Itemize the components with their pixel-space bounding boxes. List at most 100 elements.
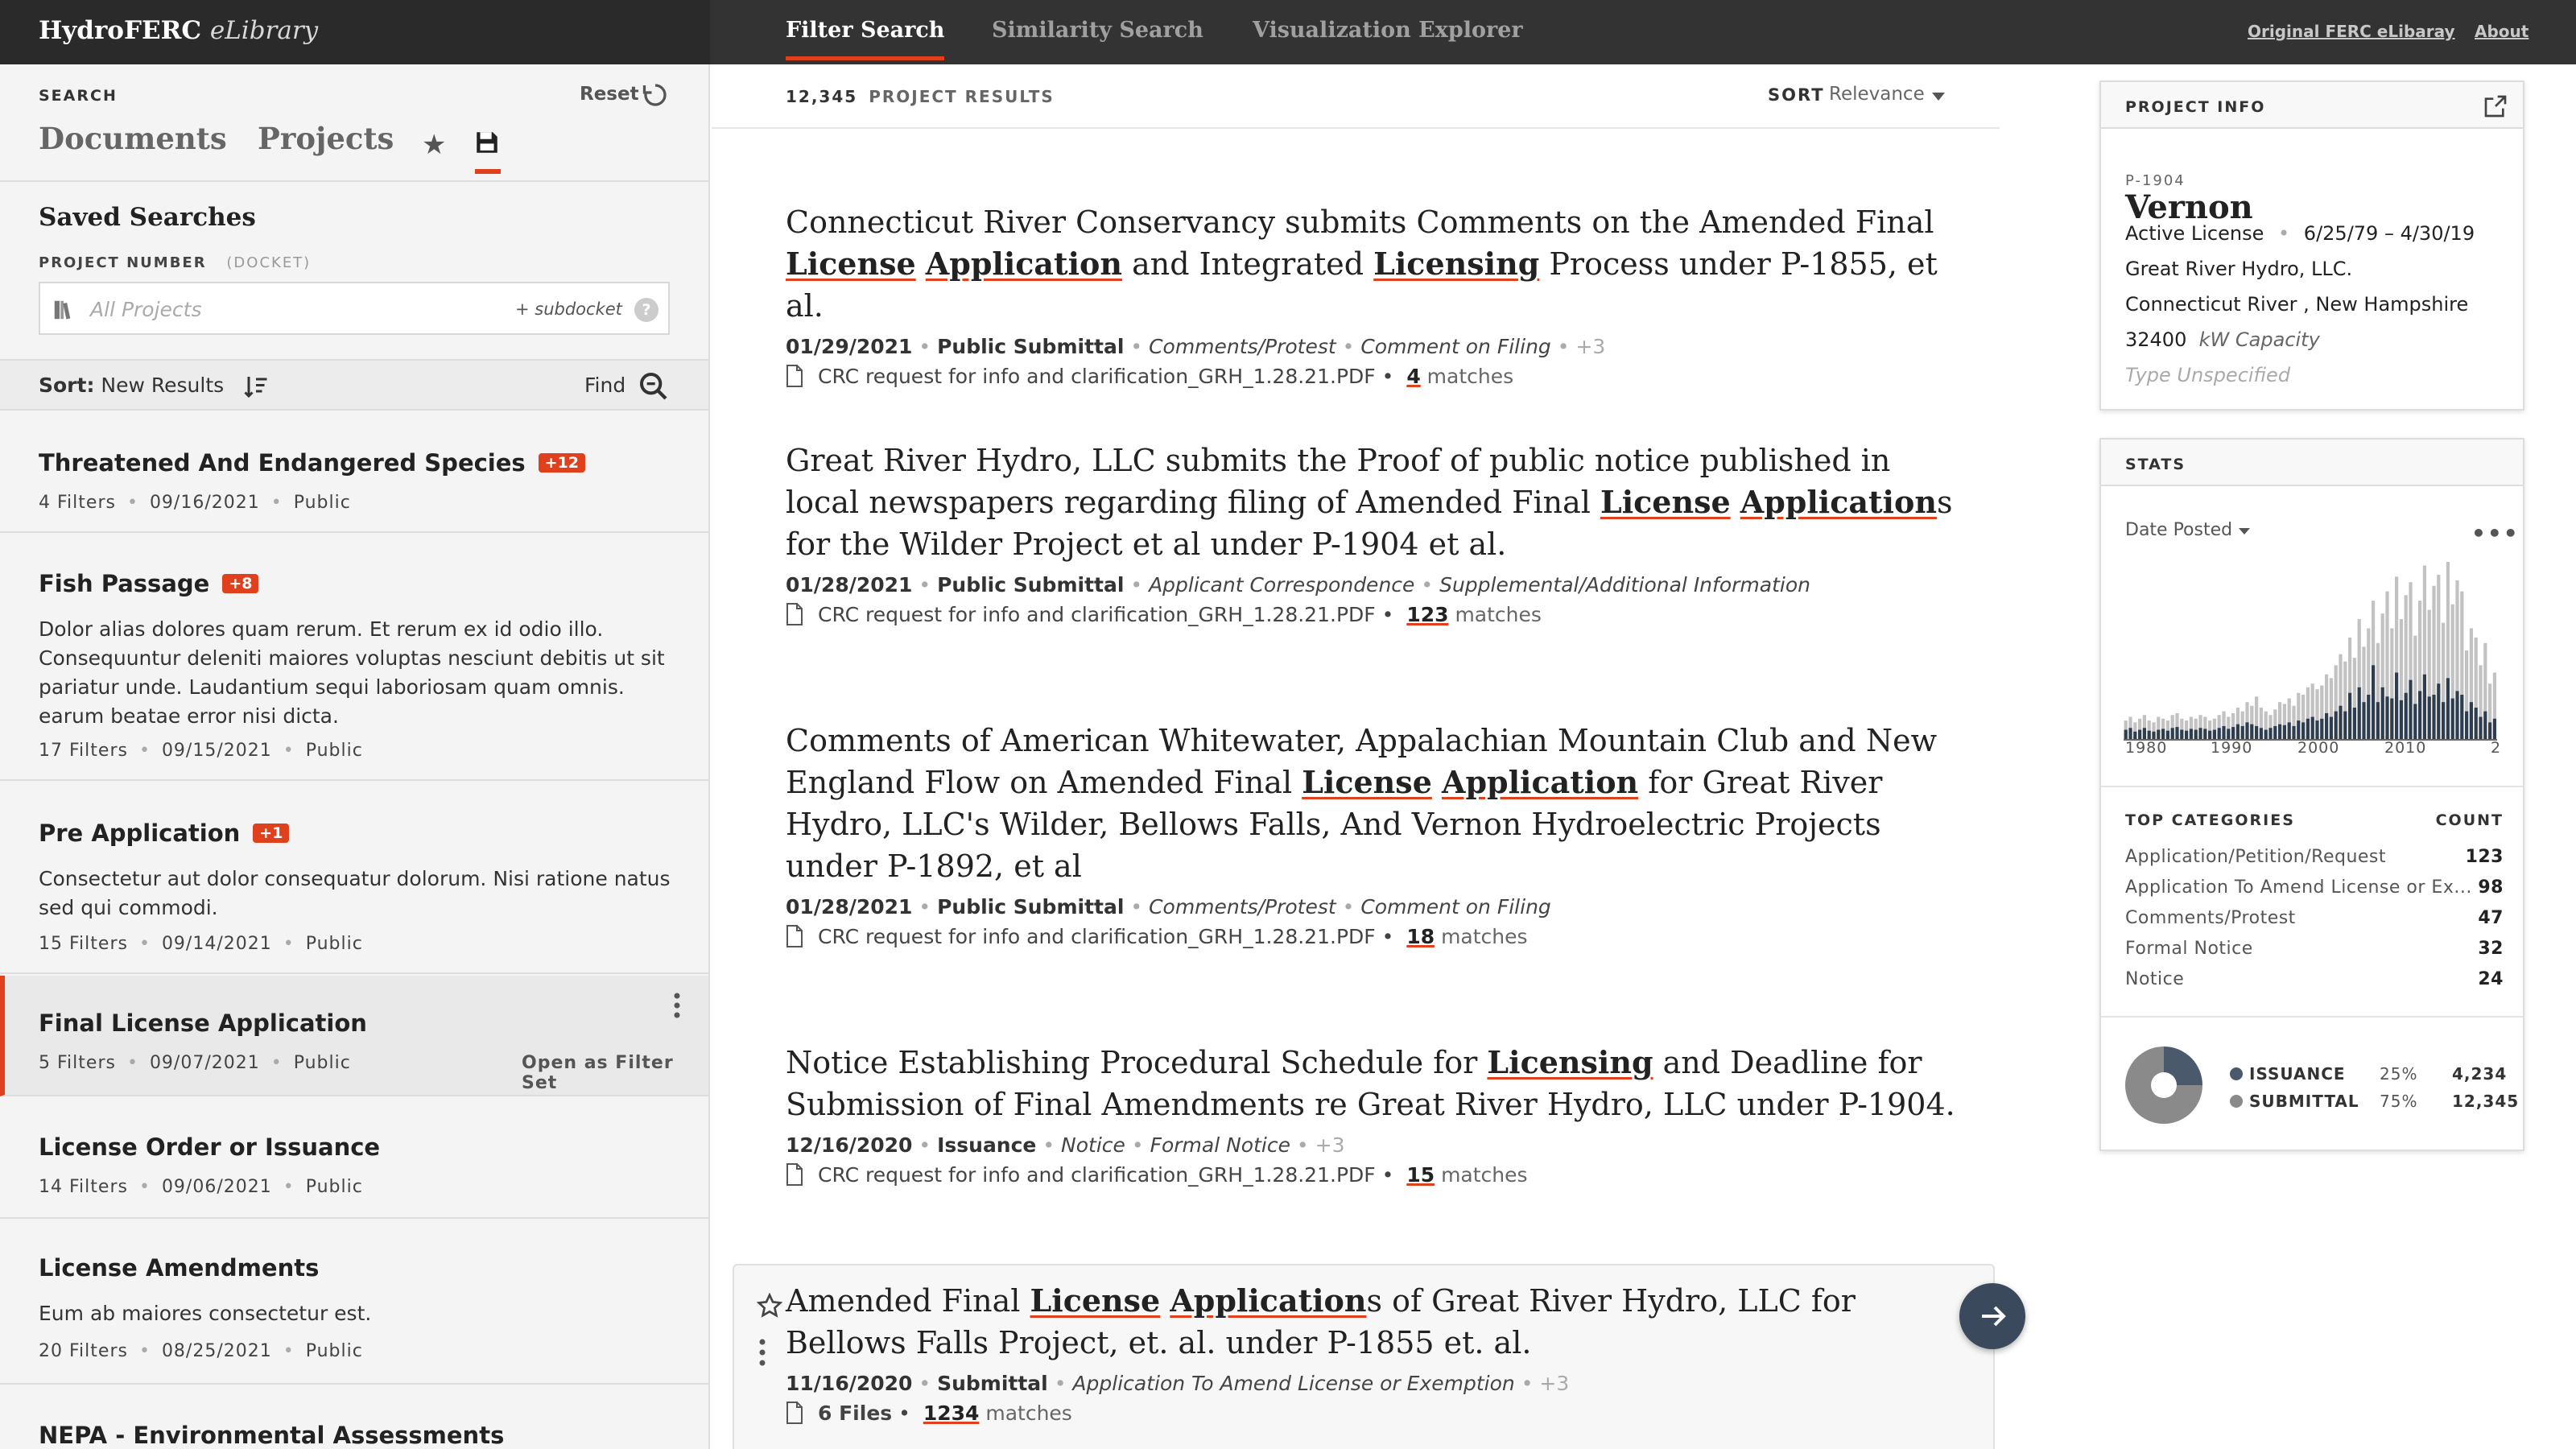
donut-hole bbox=[2151, 1072, 2177, 1098]
search-icon[interactable] bbox=[638, 370, 670, 402]
more-options-icon[interactable] bbox=[673, 992, 681, 1019]
results-sort-select[interactable]: Relevance bbox=[1829, 84, 1925, 105]
category-name: Application/Petition/Request bbox=[2125, 847, 2387, 867]
result-title[interactable]: Connecticut River Conservancy submits Co… bbox=[786, 201, 1961, 327]
histogram-bar-issuance bbox=[2161, 729, 2165, 739]
result-title[interactable]: Amended Final License Applications of Gr… bbox=[786, 1280, 1961, 1364]
more-categories[interactable]: +3 bbox=[1315, 1133, 1345, 1157]
open-as-filter-set-button[interactable]: Open as Filter Set bbox=[522, 1053, 708, 1093]
histogram-bar-issuance bbox=[2180, 729, 2184, 739]
star-outline-icon[interactable] bbox=[757, 1293, 782, 1319]
matches-label: matches bbox=[1441, 925, 1528, 948]
saved-search-item[interactable]: Threatened And Endangered Species +12 4 F… bbox=[0, 412, 708, 533]
category-row[interactable]: Application/Petition/Request 123 bbox=[2125, 847, 2504, 867]
more-categories[interactable]: +3 bbox=[1539, 1372, 1569, 1395]
sort-order-icon[interactable] bbox=[242, 372, 270, 401]
saved-date: 08/25/2021 bbox=[161, 1341, 272, 1361]
more-options-icon[interactable] bbox=[758, 1338, 766, 1367]
document-icon bbox=[786, 365, 803, 387]
saved-search-item-selected[interactable]: Final License Application 5 Filters • 09/0… bbox=[0, 976, 708, 1096]
reset-button[interactable]: Reset bbox=[580, 84, 639, 105]
category-name: Notice bbox=[2125, 969, 2185, 989]
chevron-down-icon[interactable] bbox=[1930, 92, 1946, 101]
subdocket-toggle[interactable]: + subdocket bbox=[515, 299, 622, 319]
app-name: HydroFERC bbox=[39, 16, 202, 45]
project-number-input[interactable]: All Projects + subdocket ? bbox=[39, 282, 670, 335]
visibility: Public bbox=[305, 1177, 363, 1197]
result-item[interactable]: Connecticut River Conservancy submits Co… bbox=[786, 201, 1961, 388]
result-item[interactable]: Notice Establishing Procedural Schedule … bbox=[786, 1042, 1961, 1187]
histogram-bar-issuance bbox=[2208, 730, 2212, 739]
histogram-bar-issuance bbox=[2474, 708, 2478, 739]
saved-search-item[interactable]: Fish Passage +8 Dolor alias dolores quam … bbox=[0, 535, 708, 781]
stats-panel: STATS Date Posted ••• 1980 1990 2000 201… bbox=[2099, 438, 2524, 1151]
top-categories-header: TOP CATEGORIES COUNT bbox=[2125, 811, 2504, 829]
project-number-label: PROJECT NUMBER (DOCKET) bbox=[39, 254, 311, 271]
open-result-button[interactable] bbox=[1959, 1283, 2025, 1349]
match-count[interactable]: 123 bbox=[1406, 603, 1448, 626]
nav-similarity-search[interactable]: Similarity Search bbox=[992, 18, 1203, 43]
saved-search-meta: 17 Filters • 09/15/2021 • Public bbox=[39, 741, 363, 761]
result-category: Applicant Correspondence bbox=[1149, 573, 1415, 597]
arrow-right-icon bbox=[1982, 1306, 2006, 1327]
saved-search-item[interactable]: License Amendments Eum ab maiores consec… bbox=[0, 1220, 708, 1385]
histogram-bar-issuance bbox=[2442, 702, 2446, 739]
more-categories[interactable]: +3 bbox=[1575, 335, 1605, 358]
legend-count: 12,345 bbox=[2452, 1092, 2520, 1111]
histogram-bar-issuance bbox=[2362, 702, 2366, 739]
match-count[interactable]: 1234 bbox=[923, 1402, 980, 1425]
original-ferc-link[interactable]: Original FERC eLibaray bbox=[2248, 22, 2455, 41]
result-file[interactable]: CRC request for info and clarification_G… bbox=[786, 925, 1961, 948]
category-row[interactable]: Formal Notice 32 bbox=[2125, 939, 2504, 959]
external-link-icon[interactable] bbox=[2483, 93, 2508, 119]
result-title[interactable]: Comments of American Whitewater, Appalac… bbox=[786, 720, 1961, 887]
histogram-bar-issuance bbox=[2372, 665, 2376, 739]
histogram-bar-issuance bbox=[2325, 712, 2329, 739]
file-count[interactable]: 6 Files bbox=[818, 1402, 892, 1425]
saved-search-item[interactable]: License Order or Issuance 14 Filters • 09/… bbox=[0, 1098, 708, 1219]
help-icon[interactable]: ? bbox=[634, 298, 658, 322]
saved-search-item[interactable]: NEPA - Environmental Assessments bbox=[0, 1386, 708, 1449]
category-count: 32 bbox=[2478, 939, 2504, 959]
result-file[interactable]: CRC request for info and clarification_G… bbox=[786, 603, 1961, 626]
result-file[interactable]: CRC request for info and clarification_G… bbox=[786, 365, 1961, 388]
result-item-content[interactable]: Amended Final License Applications of Gr… bbox=[786, 1280, 1961, 1425]
result-title[interactable]: Great River Hydro, LLC submits the Proof… bbox=[786, 440, 1961, 565]
nav-filter-search[interactable]: Filter Search bbox=[786, 18, 945, 60]
visibility: Public bbox=[305, 1341, 363, 1361]
tab-starred-star-icon[interactable]: ★ bbox=[422, 129, 446, 161]
project-info-label: PROJECT INFO bbox=[2125, 98, 2266, 116]
match-count[interactable]: 15 bbox=[1406, 1163, 1435, 1187]
histogram-bar-issuance bbox=[2343, 711, 2347, 740]
saved-search-item[interactable]: Pre Application +1 Consectetur aut dolor … bbox=[0, 782, 708, 974]
result-title[interactable]: Notice Establishing Procedural Schedule … bbox=[786, 1042, 1961, 1125]
saved-sort-control[interactable]: Sort: New Results bbox=[39, 374, 224, 397]
tab-projects[interactable]: Projects bbox=[258, 121, 394, 156]
result-file[interactable]: CRC request for info and clarification_G… bbox=[786, 1163, 1961, 1187]
date-posted-select[interactable]: Date Posted bbox=[2125, 520, 2251, 540]
saved-date: 09/06/2021 bbox=[161, 1177, 272, 1197]
tab-documents[interactable]: Documents bbox=[39, 121, 227, 156]
category-name: Application To Amend License or Ex... bbox=[2125, 877, 2472, 898]
reset-icon[interactable] bbox=[641, 80, 670, 109]
category-row[interactable]: Application To Amend License or Ex... 98 bbox=[2125, 877, 2504, 898]
stats-menu-button[interactable]: ••• bbox=[2471, 520, 2520, 547]
match-count[interactable]: 18 bbox=[1406, 925, 1435, 948]
result-date: 01/29/2021 bbox=[786, 335, 913, 358]
category-row[interactable]: Comments/Protest 47 bbox=[2125, 908, 2504, 928]
category-row[interactable]: Notice 24 bbox=[2125, 969, 2504, 989]
app-logo[interactable]: HydroFERC eLibrary bbox=[39, 16, 318, 45]
result-item[interactable]: Comments of American Whitewater, Appalac… bbox=[786, 720, 1961, 948]
divider bbox=[0, 180, 708, 182]
nav-visualization-explorer[interactable]: Visualization Explorer bbox=[1253, 18, 1523, 43]
status-text: Active License bbox=[2125, 222, 2264, 245]
result-item[interactable]: Great River Hydro, LLC submits the Proof… bbox=[786, 440, 1961, 626]
find-button[interactable]: Find bbox=[584, 374, 625, 397]
match-count[interactable]: 4 bbox=[1406, 365, 1420, 388]
histogram-bar-issuance bbox=[2189, 729, 2193, 739]
histogram-bar-issuance bbox=[2235, 724, 2240, 739]
about-link[interactable]: About bbox=[2475, 22, 2529, 41]
tab-saved-save-icon[interactable] bbox=[473, 129, 501, 156]
result-file[interactable]: 6 Files • 1234 matches bbox=[786, 1402, 1961, 1425]
histogram-bar-issuance bbox=[2409, 679, 2413, 739]
